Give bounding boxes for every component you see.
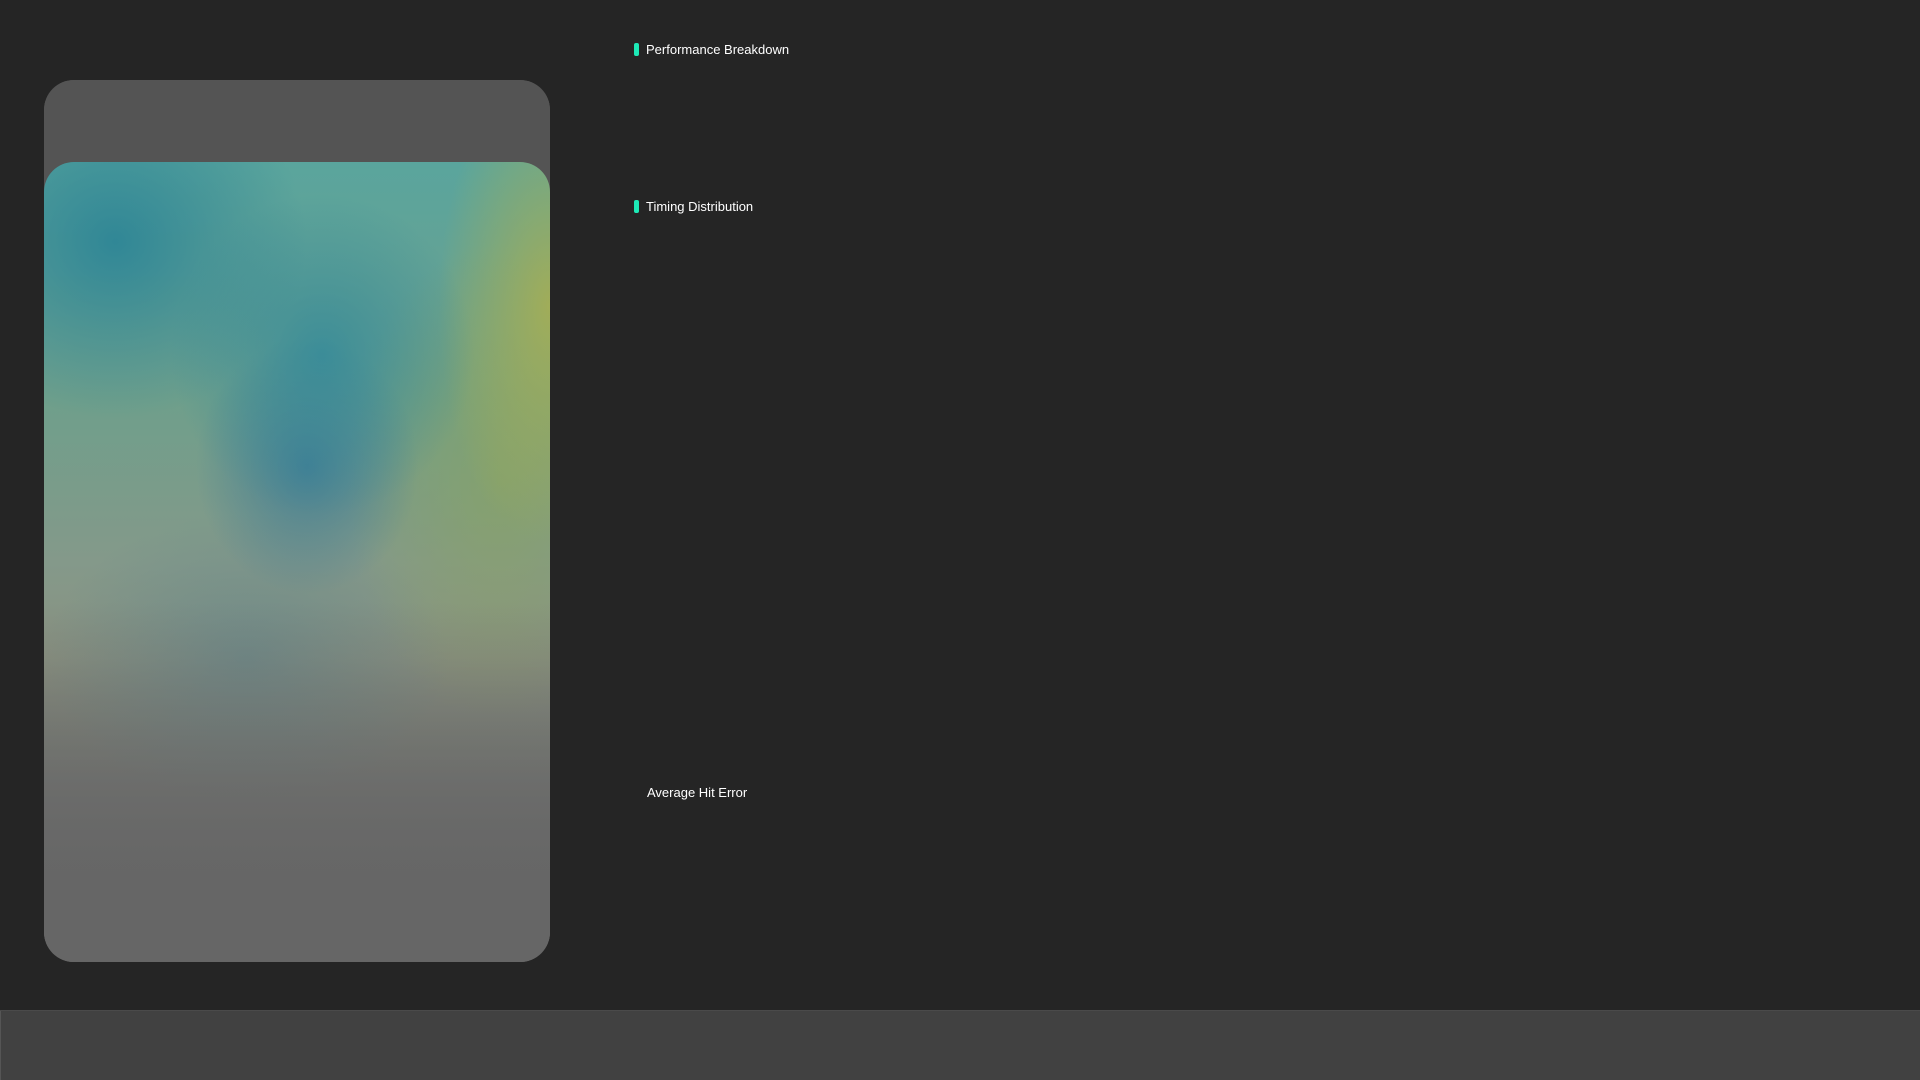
section-accent-icon xyxy=(634,200,639,213)
results-screen: Performance Breakdown Timing Distributio… xyxy=(0,0,1920,1080)
bottom-bar xyxy=(0,1010,1920,1080)
beatmap-card xyxy=(44,80,550,962)
performance-breakdown-heading: Performance Breakdown xyxy=(634,42,789,57)
performance-breakdown-label: Performance Breakdown xyxy=(646,42,790,57)
timing-distribution-heading: Timing Distribution xyxy=(634,199,753,214)
section-accent-icon xyxy=(634,43,639,56)
timing-distribution-label: Timing Distribution xyxy=(646,199,754,214)
beatmap-cover-image xyxy=(44,162,550,962)
average-hit-error-label: Average Hit Error xyxy=(647,785,748,800)
beatmap-card-header xyxy=(44,80,550,162)
